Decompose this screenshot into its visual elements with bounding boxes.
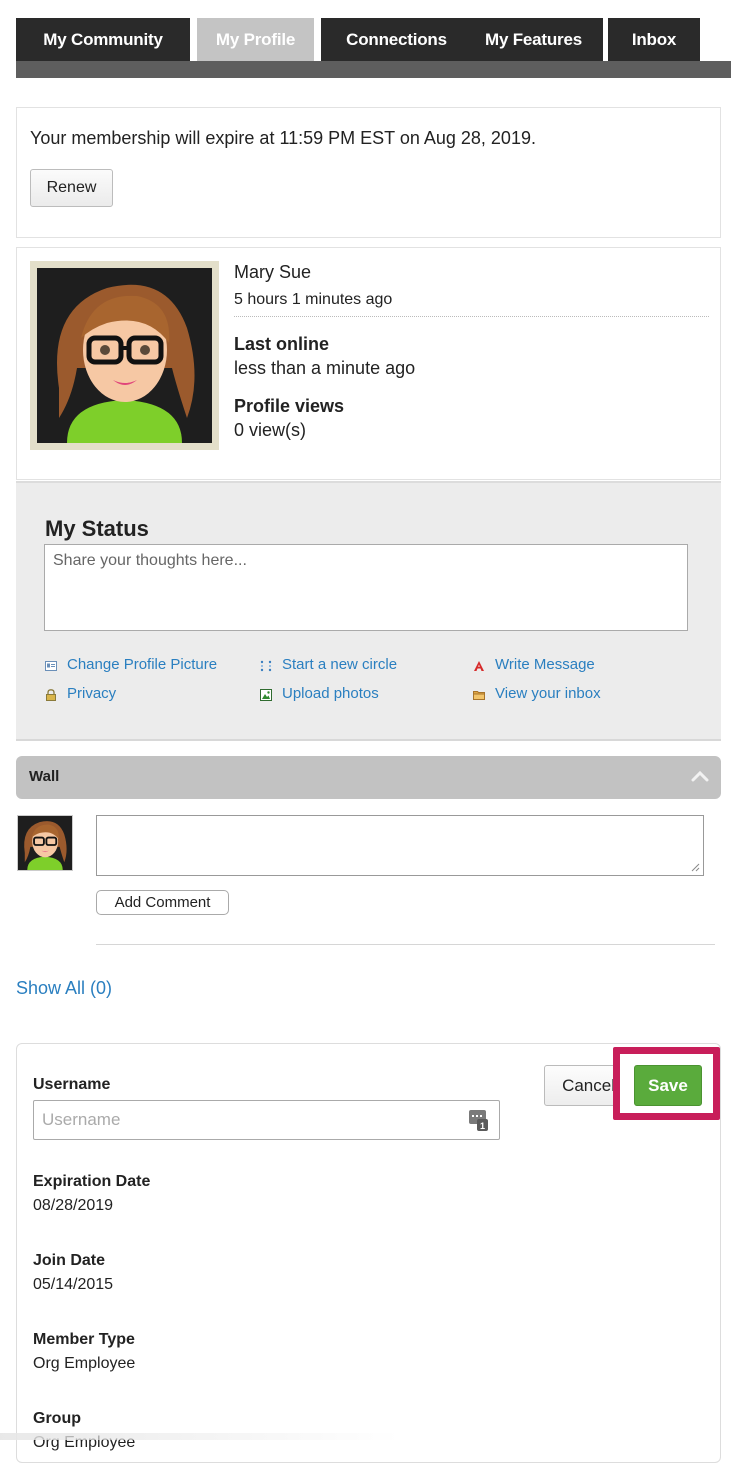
join-date-value: 05/14/2015 xyxy=(33,1276,114,1293)
last-online-value: less than a minute ago xyxy=(234,358,416,378)
write-message-link[interactable]: Write Message xyxy=(473,656,595,673)
keyboard-icon[interactable]: 1 xyxy=(469,1110,488,1131)
view-inbox-label: View your inbox xyxy=(495,685,601,702)
wall-comment-textarea[interactable] xyxy=(96,815,704,876)
resize-grip-icon[interactable] xyxy=(691,863,700,872)
username-placeholder: Username xyxy=(42,1110,121,1129)
wall-user-avatar xyxy=(17,815,73,871)
member-type-label: Member Type xyxy=(33,1331,135,1348)
profile-divider xyxy=(234,316,709,317)
start-new-circle-link[interactable]: Start a new circle xyxy=(260,656,397,673)
start-new-circle-label: Start a new circle xyxy=(282,656,398,673)
circle-dots-icon xyxy=(260,659,272,671)
profile-summary-card: Mary Sue 5 hours 1 minutes ago Last onli… xyxy=(16,247,721,480)
membership-expiry-text: Your membership will expire at 11:59 PM … xyxy=(30,128,536,148)
write-message-icon xyxy=(473,659,485,671)
cancel-button[interactable]: Cancel xyxy=(544,1065,619,1106)
upload-photos-label: Upload photos xyxy=(282,685,379,702)
id-card-icon xyxy=(45,659,57,671)
svg-text:1: 1 xyxy=(480,1121,485,1131)
expiration-date-value: 08/28/2019 xyxy=(33,1197,114,1214)
last-online-label: Last online xyxy=(234,334,330,354)
member-type-value: Org Employee xyxy=(33,1355,136,1372)
profile-updated-time: 5 hours 1 minutes ago xyxy=(234,291,393,308)
tab-my-features[interactable]: My Features xyxy=(464,18,603,61)
profile-views-value: 0 view(s) xyxy=(234,420,307,440)
change-profile-picture-link[interactable]: Change Profile Picture xyxy=(45,656,217,673)
tab-connections[interactable]: Connections xyxy=(321,18,472,61)
change-profile-picture-label: Change Profile Picture xyxy=(67,656,218,673)
wall-title: Wall xyxy=(29,768,60,785)
write-message-label: Write Message xyxy=(495,656,595,673)
profile-views-label: Profile views xyxy=(234,396,345,416)
join-date-label: Join Date xyxy=(33,1252,106,1269)
wall-divider xyxy=(96,944,715,945)
tab-underline-bar xyxy=(16,61,731,78)
profile-tabs: My Community My Profile Connections My F… xyxy=(16,18,731,78)
avatar xyxy=(30,261,219,450)
status-textarea[interactable]: Share your thoughts here... xyxy=(44,544,688,631)
add-comment-button[interactable]: Add Comment xyxy=(96,890,229,915)
privacy-label: Privacy xyxy=(67,685,117,702)
status-title: My Status xyxy=(45,516,149,541)
username-label: Username xyxy=(33,1076,111,1093)
group-label: Group xyxy=(33,1410,81,1427)
username-input[interactable]: Username 1 xyxy=(33,1100,500,1140)
tab-inbox[interactable]: Inbox xyxy=(608,18,700,61)
upload-photos-link[interactable]: Upload photos xyxy=(260,685,379,702)
bottom-scroll-shadow xyxy=(0,1433,400,1440)
folder-icon xyxy=(473,688,485,700)
photo-icon xyxy=(260,688,272,701)
expiration-date-label: Expiration Date xyxy=(33,1173,151,1190)
avatar-thumbnail-image xyxy=(18,816,72,870)
membership-notice-box: Your membership will expire at 11:59 PM … xyxy=(16,107,721,238)
renew-button[interactable]: Renew xyxy=(30,169,113,207)
lock-icon xyxy=(45,688,57,701)
my-status-panel: My Status Share your thoughts here... Ch… xyxy=(16,481,721,741)
show-all-link[interactable]: Show All (0) xyxy=(16,978,112,999)
save-button[interactable]: Save xyxy=(634,1065,702,1106)
tab-my-community[interactable]: My Community xyxy=(16,18,190,61)
view-inbox-link[interactable]: View your inbox xyxy=(473,685,601,702)
privacy-link[interactable]: Privacy xyxy=(45,685,116,702)
profile-name: Mary Sue xyxy=(234,262,312,282)
wall-header[interactable]: Wall xyxy=(16,756,721,799)
tab-my-profile[interactable]: My Profile xyxy=(197,18,314,61)
avatar-image xyxy=(37,268,212,443)
chevron-up-icon[interactable] xyxy=(691,769,709,783)
